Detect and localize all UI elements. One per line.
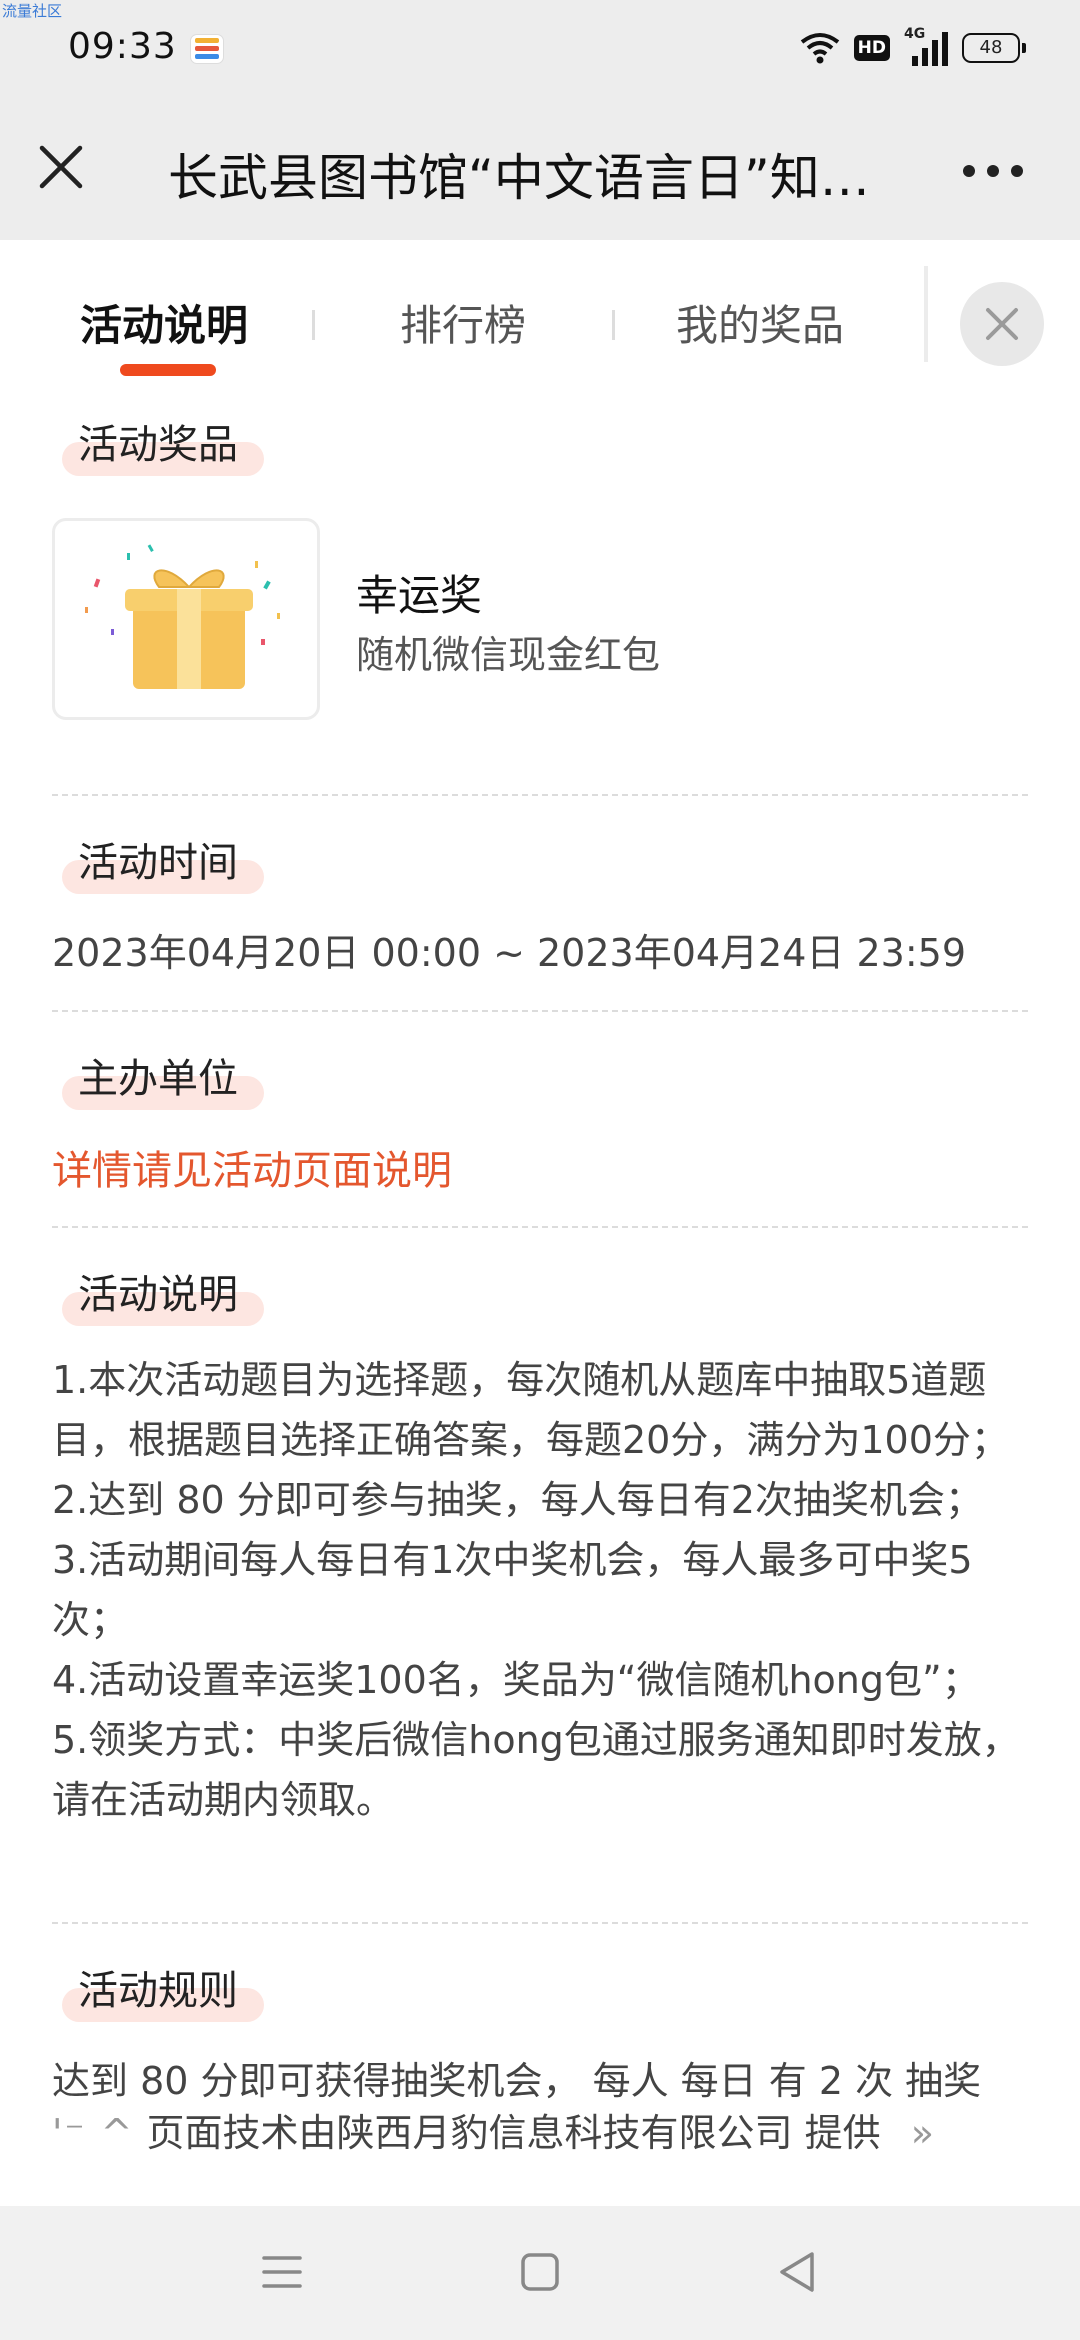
activity-description: 1.本次活动题目为选择题，每次随机从题库中抽取5道题目，根据题目选择正确答案，每… <box>52 1350 1032 1830</box>
wallet-app-icon <box>190 34 224 64</box>
tab-activity-description[interactable]: 活动说明 <box>80 292 248 353</box>
battery-icon: 48 <box>962 33 1026 63</box>
heading-text: 活动规则 <box>78 1968 238 2014</box>
prize-description: 随机微信现金红包 <box>356 633 661 677</box>
status-time: 09:33 <box>68 26 177 67</box>
tab-bar: 活动说明 排行榜 我的奖品 <box>0 240 1080 410</box>
activity-time: 2023年04月20日 00:00 ~ 2023年04月24日 23:59 <box>52 931 967 975</box>
system-nav-bar <box>0 2206 1080 2340</box>
page-title: 长武县图书馆“中文语言日”知… <box>168 149 870 207</box>
section-divider <box>52 794 1028 796</box>
description-line: 3.活动期间每人每日有1次中奖机会，每人最多可中奖5次； <box>52 1538 973 1642</box>
section-divider <box>52 1010 1028 1012</box>
tab-separator <box>312 310 315 340</box>
description-line: 1.本次活动题目为选择题，每次随机从题库中抽取5道题目，根据题目选择正确答案，每… <box>52 1358 1009 1462</box>
heading-text: 活动奖品 <box>78 422 238 468</box>
battery-level: 48 <box>979 37 1003 58</box>
heading-text: 活动时间 <box>78 840 238 886</box>
section-divider <box>52 1922 1028 1924</box>
title-bar: 长武县图书馆“中文语言日”知… <box>0 100 1080 240</box>
provider-credit: '⁻ ^ 页面技术由陕西月豹信息科技有限公司 提供 » <box>52 2102 934 2157</box>
tab-leaderboard[interactable]: 排行榜 <box>400 292 526 353</box>
tab-my-prizes[interactable]: 我的奖品 <box>676 292 844 353</box>
heading-text: 活动说明 <box>78 1272 238 1318</box>
close-icon[interactable] <box>36 142 86 192</box>
more-options-icon[interactable] <box>958 156 1028 186</box>
gift-box-icon <box>85 544 280 689</box>
back-icon[interactable] <box>766 2240 830 2304</box>
truncated-text: '⁻ ^ <box>52 2111 135 2155</box>
active-tab-indicator <box>120 364 216 376</box>
cellular-signal-icon: 4G <box>904 26 948 66</box>
watermark: 流量社区 <box>2 2 63 20</box>
status-bar: 流量社区 09:33 HD 4G 48 <box>0 0 1080 100</box>
menu-icon[interactable] <box>250 2240 314 2304</box>
description-line: 2.达到 80 分即可参与抽奖，每人每日有2次抽奖机会； <box>52 1478 983 1522</box>
status-indicators: HD 4G 48 <box>800 26 1026 68</box>
activity-rules: 达到 80 分即可获得抽奖机会， 每人 每日 有 2 次 抽奖 <box>52 2059 982 2103</box>
panel-close-icon[interactable] <box>960 282 1044 366</box>
tab-separator <box>612 310 615 340</box>
divider <box>924 266 928 362</box>
heading-text: 主办单位 <box>78 1056 238 1102</box>
hd-badge: HD <box>853 35 890 61</box>
prize-image <box>52 518 320 720</box>
section-divider <box>52 1226 1028 1228</box>
network-type: 4G <box>904 26 926 42</box>
prize-name: 幸运奖 <box>356 571 483 620</box>
provider-text: 页面技术由陕西月豹信息科技有限公司 提供 <box>146 2111 881 2155</box>
chevron-right-icon[interactable]: » <box>911 2111 934 2155</box>
home-icon[interactable] <box>508 2240 572 2304</box>
description-line: 4.活动设置幸运奖100名，奖品为“微信随机hong包”； <box>52 1658 980 1702</box>
wifi-icon <box>800 33 839 64</box>
description-line: 5.领奖方式：中奖后微信hong包通过服务通知即时发放，请在活动期内领取。 <box>52 1718 1020 1822</box>
organizer-link[interactable]: 详情请见活动页面说明 <box>52 1138 452 1196</box>
